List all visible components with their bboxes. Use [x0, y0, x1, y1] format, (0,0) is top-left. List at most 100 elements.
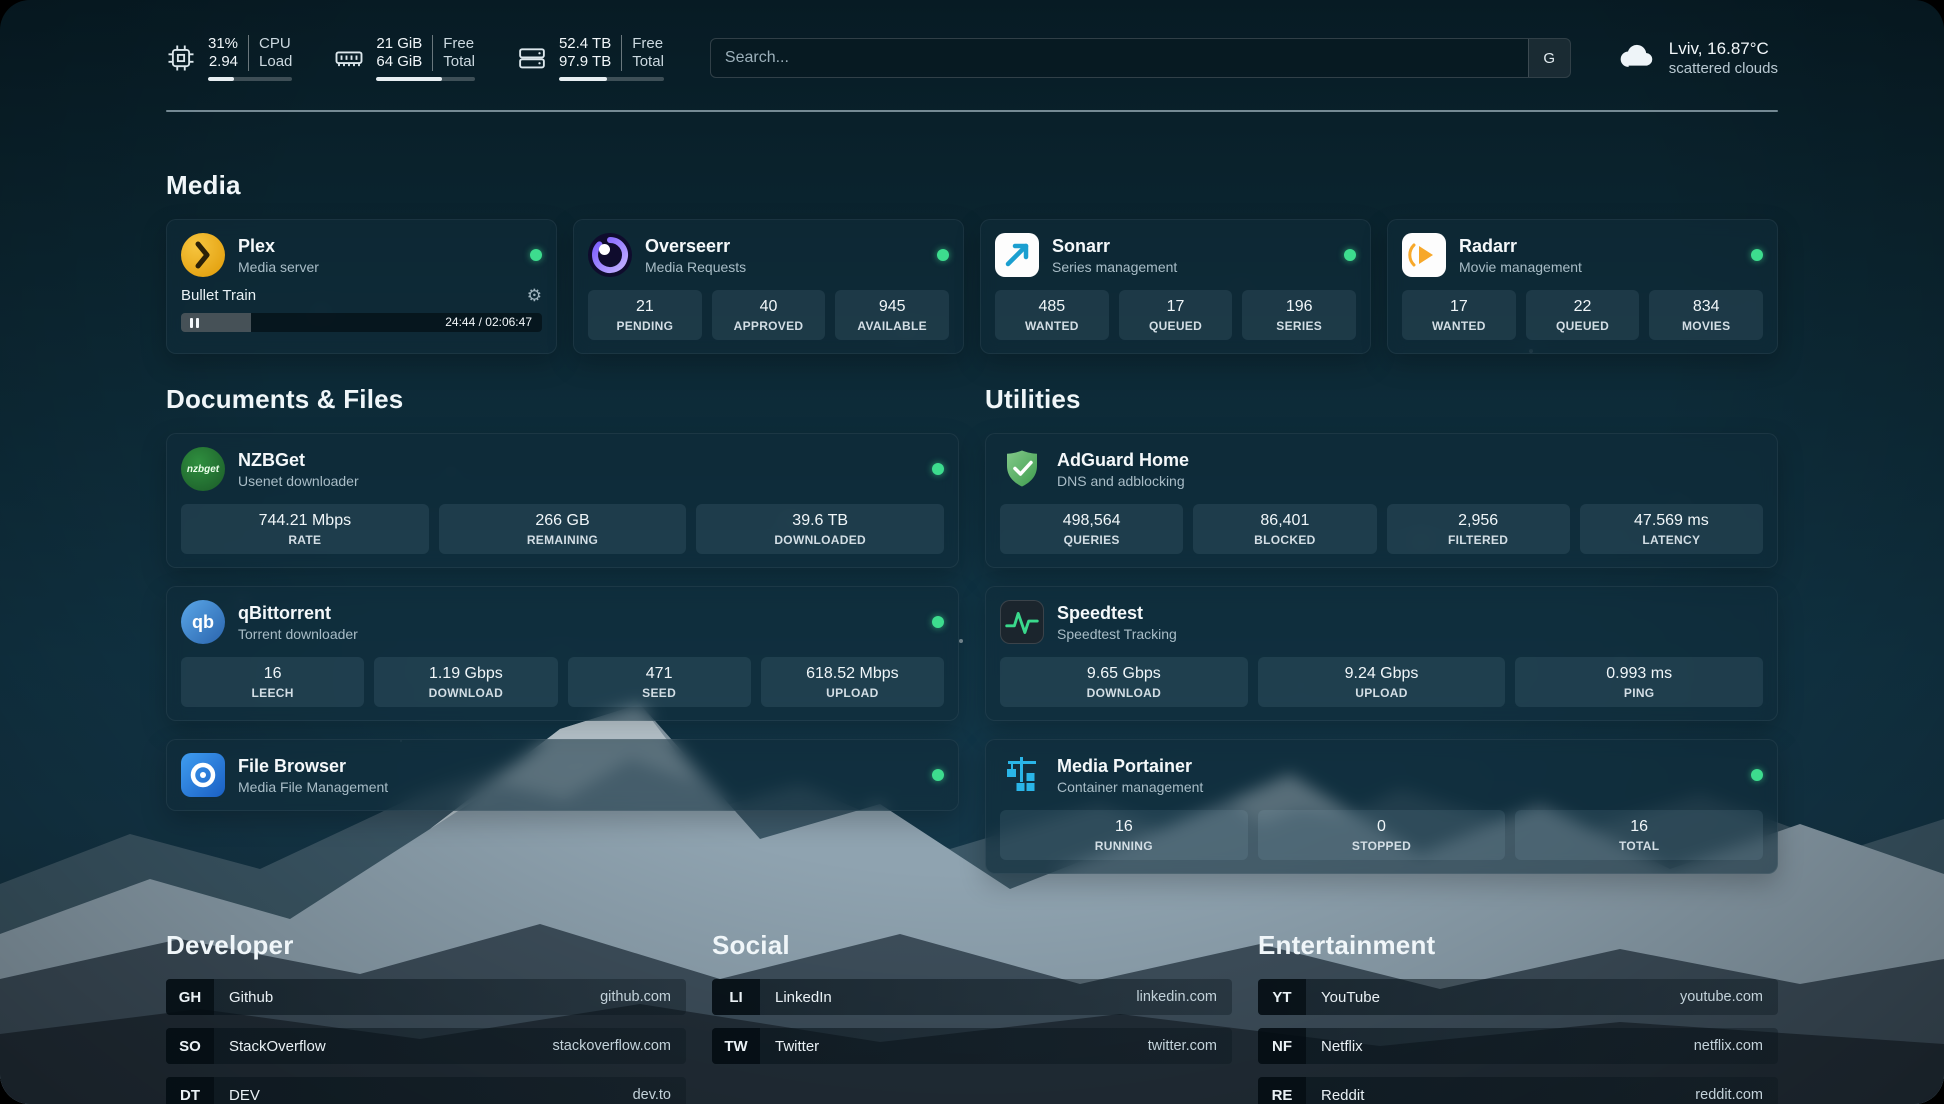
app-subtitle: Movie management — [1459, 259, 1582, 275]
portainer-icon — [1000, 753, 1044, 797]
bookmark-youtube[interactable]: YT YouTube youtube.com — [1258, 979, 1778, 1015]
bookmark-name: DEV — [229, 1087, 260, 1104]
app-name: AdGuard Home — [1057, 449, 1189, 471]
section-title-documents: Documents & Files — [166, 384, 959, 415]
bookmark-name: Twitter — [775, 1038, 819, 1055]
stat-movies: 834MOVIES — [1649, 290, 1763, 340]
stat-wanted: 485WANTED — [995, 290, 1109, 340]
stat-available: 945AVAILABLE — [835, 290, 949, 340]
snow-speckles — [0, 0, 2, 2]
gear-icon[interactable]: ⚙ — [527, 287, 542, 304]
bookmark-abbr: DT — [166, 1077, 214, 1104]
adguard-card[interactable]: AdGuard Home DNS and adblocking 498,564Q… — [985, 433, 1778, 568]
portainer-card[interactable]: Media Portainer Container management 16R… — [985, 739, 1778, 874]
sonarr-icon — [995, 233, 1039, 277]
app-name: Plex — [238, 235, 319, 257]
ram-progress-bar — [376, 77, 475, 82]
bookmark-stackoverflow[interactable]: SO StackOverflow stackoverflow.com — [166, 1028, 686, 1064]
app-subtitle: Media Requests — [645, 259, 746, 275]
speedtest-icon — [1000, 600, 1044, 644]
nzbget-card[interactable]: nzbget NZBGet Usenet downloader 744.21 M… — [166, 433, 959, 568]
search-bar: G — [710, 38, 1571, 78]
qbittorrent-card[interactable]: qb qBittorrent Torrent downloader 16LEEC… — [166, 586, 959, 721]
stat-stopped: 0STOPPED — [1258, 810, 1506, 860]
bookmark-url: linkedin.com — [1136, 989, 1217, 1005]
bookmark-dev[interactable]: DT DEV dev.to — [166, 1077, 686, 1104]
bookmark-github[interactable]: GH Github github.com — [166, 979, 686, 1015]
search-input[interactable] — [711, 39, 1528, 77]
section-title-utilities: Utilities — [985, 384, 1778, 415]
cpu-load: 2.94 — [209, 53, 238, 71]
radarr-card[interactable]: Radarr Movie management 17WANTED 22QUEUE… — [1387, 219, 1778, 354]
section-title-entertainment: Entertainment — [1258, 930, 1778, 961]
overseerr-card[interactable]: Overseerr Media Requests 21PENDING 40APP… — [573, 219, 964, 354]
bookmark-url: github.com — [600, 989, 671, 1005]
media-card-grid: Plex Media server Bullet Train ⚙ 24:44 /… — [166, 219, 1778, 354]
pause-icon[interactable] — [190, 318, 199, 328]
cpu-label-bottom: Load — [259, 53, 292, 71]
bookmarks-social: Social LI LinkedIn linkedin.com TW Twitt… — [712, 930, 1232, 1104]
playback-time: 24:44 / 02:06:47 — [445, 313, 532, 332]
bookmarks-developer: Developer GH Github github.com SO StackO… — [166, 930, 686, 1104]
bookmarks-entertainment: Entertainment YT YouTube youtube.com NF … — [1258, 930, 1778, 1104]
cpu-progress-bar — [208, 77, 292, 82]
section-title-social: Social — [712, 930, 1232, 961]
bookmark-twitter[interactable]: TW Twitter twitter.com — [712, 1028, 1232, 1064]
bookmark-abbr: SO — [166, 1028, 214, 1064]
status-dot — [937, 249, 949, 261]
stat-latency: 47.569 msLATENCY — [1580, 504, 1763, 554]
app-name: Sonarr — [1052, 235, 1177, 257]
stat-download: 9.65 GbpsDOWNLOAD — [1000, 657, 1248, 707]
app-name: Speedtest — [1057, 602, 1177, 624]
status-dot — [1751, 769, 1763, 781]
playback-progress-bar[interactable]: 24:44 / 02:06:47 — [181, 313, 542, 332]
bookmark-abbr: YT — [1258, 979, 1306, 1015]
qbittorrent-icon: qb — [181, 600, 225, 644]
app-subtitle: Usenet downloader — [238, 473, 359, 489]
top-bar: 31% 2.94 CPU Load — [166, 32, 1778, 84]
filebrowser-card[interactable]: File Browser Media File Management — [166, 739, 959, 811]
cpu-percent: 31% — [208, 35, 238, 53]
stat-blocked: 86,401BLOCKED — [1193, 504, 1376, 554]
bookmark-abbr: RE — [1258, 1077, 1306, 1104]
nzbget-icon-label: nzbget — [187, 464, 219, 475]
speedtest-card[interactable]: Speedtest Speedtest Tracking 9.65 GbpsDO… — [985, 586, 1778, 721]
app-subtitle: DNS and adblocking — [1057, 473, 1189, 489]
ram-total: 64 GiB — [376, 53, 422, 71]
system-metrics: 31% 2.94 CPU Load — [166, 35, 664, 82]
stat-seed: 471SEED — [568, 657, 751, 707]
bookmark-netflix[interactable]: NF Netflix netflix.com — [1258, 1028, 1778, 1064]
plex-card[interactable]: Plex Media server Bullet Train ⚙ 24:44 /… — [166, 219, 557, 354]
bookmark-linkedin[interactable]: LI LinkedIn linkedin.com — [712, 979, 1232, 1015]
weather-condition: scattered clouds — [1669, 59, 1778, 78]
app-subtitle: Media server — [238, 259, 319, 275]
bookmark-abbr: TW — [712, 1028, 760, 1064]
bookmark-abbr: NF — [1258, 1028, 1306, 1064]
ram-label-top: Free — [443, 35, 475, 53]
stat-upload: 9.24 GbpsUPLOAD — [1258, 657, 1506, 707]
bookmark-name: YouTube — [1321, 989, 1380, 1006]
disk-metric: 52.4 TB 97.9 TB Free Total — [517, 35, 664, 82]
stat-queries: 498,564QUERIES — [1000, 504, 1183, 554]
bookmark-reddit[interactable]: RE Reddit reddit.com — [1258, 1077, 1778, 1104]
stat-queued: 22QUEUED — [1526, 290, 1640, 340]
stat-approved: 40APPROVED — [712, 290, 826, 340]
status-dot — [932, 616, 944, 628]
header-divider — [166, 110, 1778, 112]
section-title-developer: Developer — [166, 930, 686, 961]
disk-icon — [517, 43, 547, 73]
status-dot — [530, 249, 542, 261]
app-name: File Browser — [238, 755, 388, 777]
app-name: NZBGet — [238, 449, 359, 471]
stat-filtered: 2,956FILTERED — [1387, 504, 1570, 554]
app-subtitle: Media File Management — [238, 779, 388, 795]
stat-downloaded: 39.6 TBDOWNLOADED — [696, 504, 944, 554]
app-name: qBittorrent — [238, 602, 358, 624]
ram-label-bottom: Total — [443, 53, 475, 71]
bookmark-url: twitter.com — [1148, 1038, 1217, 1054]
search-engine-button[interactable]: G — [1528, 39, 1570, 77]
weather-location: Lviv, 16.87°C — [1669, 38, 1778, 59]
adguard-icon — [1000, 447, 1044, 491]
disk-label-top: Free — [632, 35, 664, 53]
sonarr-card[interactable]: Sonarr Series management 485WANTED 17QUE… — [980, 219, 1371, 354]
